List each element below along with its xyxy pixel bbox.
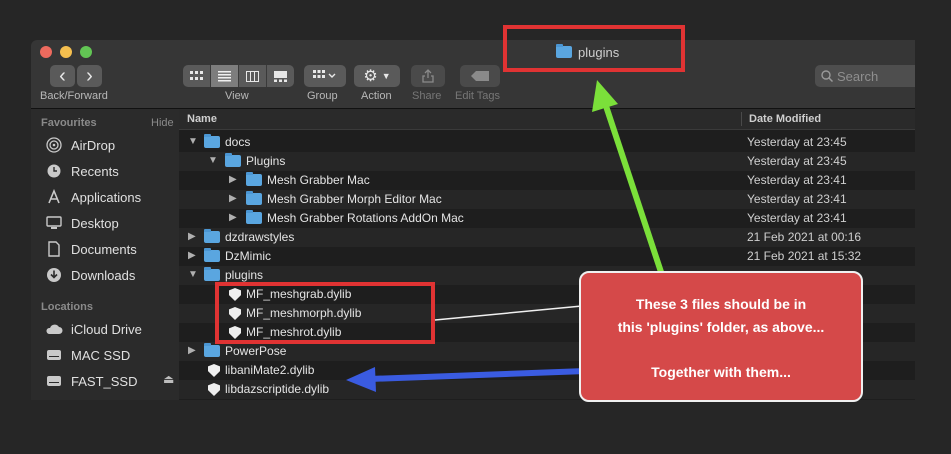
callout-line-1: These 3 files should be in (635, 296, 807, 312)
green-arrowhead (592, 80, 618, 112)
green-arrow (601, 99, 665, 276)
annotation-callout: These 3 files should be in this 'plugins… (579, 271, 863, 402)
blue-arrowhead (346, 367, 376, 392)
callout-line-2: this 'plugins' folder, as above... (617, 319, 825, 335)
callout-line-3: Together with them... (651, 364, 791, 380)
callout-pointer-line (434, 305, 583, 321)
blue-arrow (369, 367, 614, 382)
